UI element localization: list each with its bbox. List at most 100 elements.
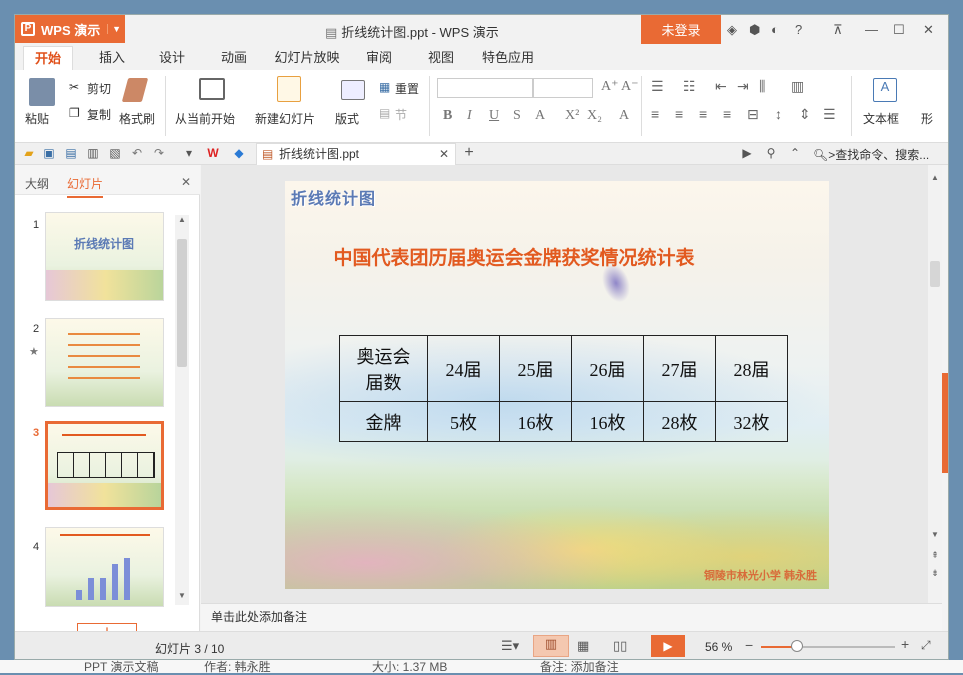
copy-icon[interactable]: ❐ <box>69 106 80 120</box>
side-panel-toggle[interactable] <box>942 373 948 473</box>
tab-review[interactable]: 审阅 <box>357 46 401 70</box>
settings-icon[interactable]: ⬢ <box>749 22 760 38</box>
tab-animation[interactable]: 动画 <box>209 46 259 70</box>
shadow-icon[interactable]: S <box>513 108 521 124</box>
format-painter-button[interactable]: 格式刷 <box>119 110 155 127</box>
tab-slides[interactable]: 幻灯片 <box>67 175 104 198</box>
copy-button[interactable]: 复制 <box>87 106 111 123</box>
section-icon[interactable]: ▤ <box>379 106 390 120</box>
scroll-up-icon[interactable]: ▲ <box>928 173 942 182</box>
cloud-box-icon[interactable]: ◆ <box>231 146 247 161</box>
current-slide[interactable]: 折线统计图 中国代表团历届奥运会金牌获奖情况统计表 奥运会届数 24届 25届 … <box>285 181 829 589</box>
new-slide-icon[interactable] <box>277 76 301 102</box>
redo-icon[interactable]: ↷ <box>151 146 167 161</box>
text-direction-icon[interactable]: ⫼ <box>759 78 765 95</box>
normal-view-icon[interactable]: ▥ <box>533 635 569 657</box>
clear-format-icon[interactable]: A <box>619 108 629 124</box>
wps-menu-button[interactable]: P WPS 演示 ▼ <box>15 15 125 43</box>
zoom-out-icon[interactable]: − <box>745 637 753 653</box>
close-panel-icon[interactable]: ✕ <box>181 175 191 189</box>
paste-button[interactable]: 粘贴 <box>25 110 49 127</box>
textbox-icon[interactable]: A <box>873 78 897 102</box>
cut-icon[interactable]: ✂ <box>69 80 79 94</box>
slide-heading[interactable]: 中国代表团历届奥运会金牌获奖情况统计表 <box>285 243 829 270</box>
help-icon[interactable]: ? <box>795 22 802 37</box>
tab-outline[interactable]: 大纲 <box>25 175 49 192</box>
tab-slideshow[interactable]: 幻灯片放映 <box>269 46 345 70</box>
fit-window-icon[interactable]: ⤢ <box>921 638 931 653</box>
canvas-scrollbar[interactable]: ▲ ▼ ⇞ ⇟ <box>928 165 942 603</box>
bold-icon[interactable]: B <box>443 108 452 124</box>
command-search[interactable]: 🔍︎>查找命令、搜索... <box>813 146 929 163</box>
align-right-icon[interactable]: ≡ <box>699 106 707 122</box>
reading-view-icon[interactable]: ▯▯ <box>613 638 627 654</box>
medal-table[interactable]: 奥运会届数 24届 25届 26届 27届 28届 金牌 5枚 16枚 16枚 … <box>339 335 788 442</box>
minimize-icon[interactable]: — <box>865 22 878 37</box>
new-slide-button[interactable]: 新建幻灯片 <box>255 110 315 127</box>
chevron-down-icon[interactable]: ▾ <box>181 146 197 161</box>
save-icon[interactable]: ▣ <box>41 146 57 161</box>
prev-slide-icon[interactable]: ⇞ <box>928 550 942 561</box>
slide-thumbnail-1[interactable]: 折线统计图 <box>45 212 164 301</box>
align-center-icon[interactable]: ≡ <box>675 106 683 122</box>
tab-home[interactable]: 开始 <box>23 46 73 70</box>
tab-design[interactable]: 设计 <box>147 46 197 70</box>
zoom-slider-handle[interactable] <box>791 640 803 652</box>
skin-icon[interactable]: ◈ <box>727 22 737 38</box>
shape-button[interactable]: 形 <box>921 110 933 127</box>
slide-thumbnail-4[interactable] <box>45 527 164 607</box>
scroll-down-icon[interactable]: ▼ <box>928 530 942 539</box>
close-tab-icon[interactable]: ✕ <box>439 144 449 164</box>
scroll-up-icon[interactable]: ▲ <box>175 215 189 229</box>
reset-icon[interactable]: ▦ <box>379 80 390 94</box>
undo-icon[interactable]: ↶ <box>129 146 145 161</box>
document-tab[interactable]: ▤ 折线统计图.ppt ✕ <box>256 143 456 165</box>
play-icon[interactable]: ▶ <box>739 146 755 161</box>
tab-special[interactable]: 特色应用 <box>477 46 539 70</box>
paste-icon[interactable] <box>29 78 55 106</box>
font-size-select[interactable] <box>533 78 593 98</box>
reset-button[interactable]: 重置 <box>395 80 419 97</box>
font-family-select[interactable] <box>437 78 533 98</box>
italic-icon[interactable]: I <box>467 108 472 124</box>
zoom-in-icon[interactable]: + <box>901 636 909 652</box>
share-icon[interactable]: ◐ <box>771 22 779 37</box>
maximize-icon[interactable]: ☐ <box>893 22 905 38</box>
columns-icon[interactable]: ▥ <box>791 78 804 95</box>
wps-w-icon[interactable]: W <box>205 146 221 161</box>
tab-insert[interactable]: 插入 <box>87 46 137 70</box>
shrink-font-icon[interactable]: A⁻ <box>621 78 639 95</box>
text-align-icon[interactable]: ☰ <box>823 106 836 123</box>
grow-font-icon[interactable]: A⁺ <box>601 78 619 95</box>
scroll-thumb[interactable] <box>930 261 940 287</box>
sorter-view-icon[interactable]: ▦ <box>577 638 589 654</box>
open-icon[interactable]: ▰ <box>21 146 37 161</box>
superscript-icon[interactable]: X² <box>565 108 579 124</box>
indent-icon[interactable]: ⇤ <box>715 78 727 95</box>
close-icon[interactable]: ✕ <box>923 22 934 38</box>
notes-menu-icon[interactable]: ☰▾ <box>501 638 519 654</box>
preview-icon[interactable]: ▧ <box>107 146 123 161</box>
next-slide-icon[interactable]: ⇟ <box>928 568 942 579</box>
format-painter-icon[interactable] <box>121 78 149 102</box>
layout-icon[interactable] <box>341 80 365 100</box>
subscript-icon[interactable]: X₂ <box>587 108 602 124</box>
numbering-icon[interactable]: ☷ <box>683 78 696 95</box>
textbox-button[interactable]: 文本框 <box>863 110 899 127</box>
panel-scrollbar[interactable]: ▲ ▼ <box>175 215 189 605</box>
login-button[interactable]: 未登录 <box>641 15 721 44</box>
underline-icon[interactable]: U <box>489 108 499 124</box>
new-tab-icon[interactable]: + <box>461 144 477 161</box>
paragraph-spacing-icon[interactable]: ⇕ <box>799 106 811 123</box>
pin-icon[interactable]: ⚲ <box>763 146 779 161</box>
align-left-icon[interactable]: ≡ <box>651 106 659 122</box>
layout-button[interactable]: 版式 <box>335 110 359 127</box>
distribute-icon[interactable]: ⊟ <box>747 106 759 123</box>
bullets-icon[interactable]: ☰ <box>651 78 664 95</box>
section-button[interactable]: 节 <box>395 106 407 123</box>
slide-thumbnail-2[interactable] <box>45 318 164 407</box>
scroll-thumb[interactable] <box>177 239 187 367</box>
tab-view[interactable]: 视图 <box>419 46 463 70</box>
notes-pane[interactable]: 单击此处添加备注 <box>201 603 942 631</box>
outdent-icon[interactable]: ⇥ <box>737 78 749 95</box>
